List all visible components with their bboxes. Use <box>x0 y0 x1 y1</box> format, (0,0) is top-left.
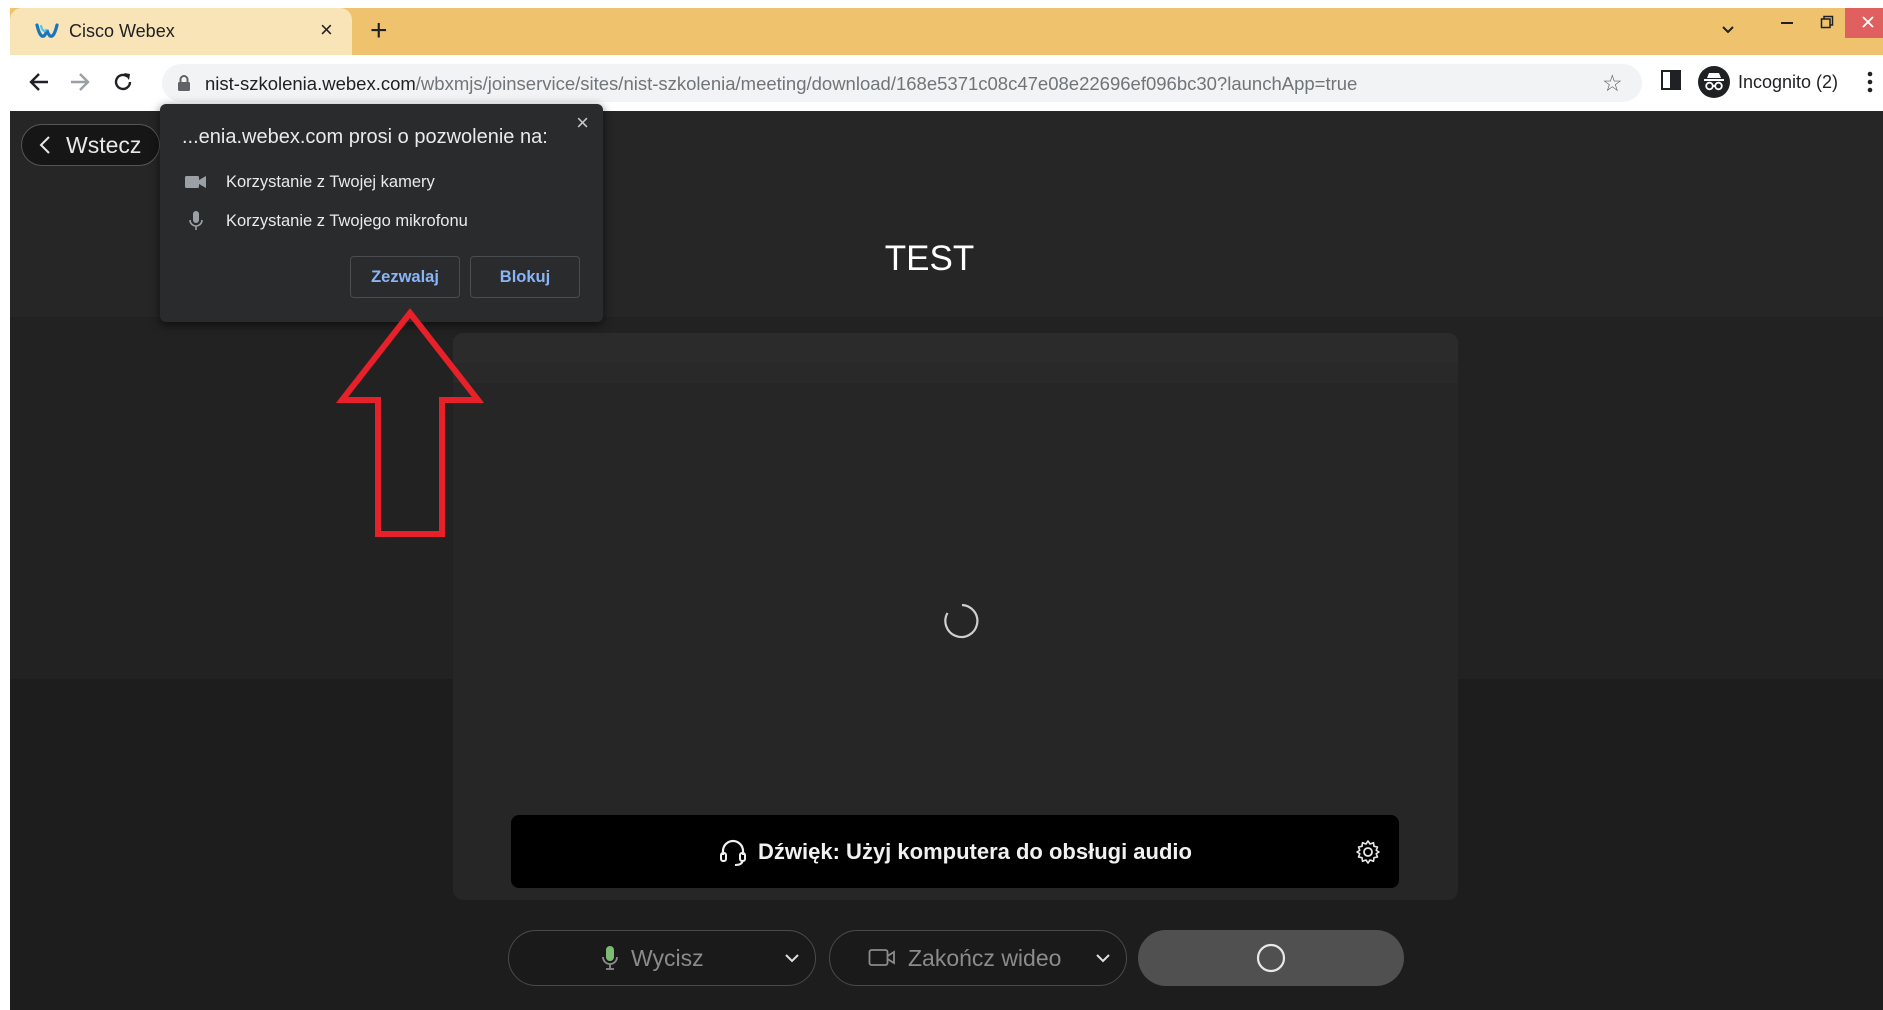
stop-video-button[interactable]: Zakończ wideo <box>868 945 1061 972</box>
back-button[interactable]: Wstecz <box>21 124 161 166</box>
close-icon[interactable]: × <box>576 110 589 136</box>
tab-cisco-webex[interactable]: Cisco Webex × <box>10 8 352 55</box>
close-window-button[interactable] <box>1845 8 1883 38</box>
url-text[interactable]: nist-szkolenia.webex.com/wbxmjs/joinserv… <box>205 73 1357 95</box>
video-preview: Dźwięk: Użyj komputera do obsługi audio <box>453 333 1458 900</box>
camera-icon <box>184 172 208 192</box>
new-tab-button[interactable]: + <box>370 16 388 46</box>
address-bar[interactable]: nist-szkolenia.webex.com/wbxmjs/joinserv… <box>162 64 1642 102</box>
video-camera-icon <box>868 949 895 966</box>
permission-mic-row: Korzystanie z Twojego mikrofonu <box>184 211 468 231</box>
tab-title: Cisco Webex <box>69 21 175 41</box>
allow-button[interactable]: Zezwalaj <box>350 256 460 298</box>
side-panel-icon[interactable] <box>1660 69 1682 91</box>
permission-prompt: × ...enia.webex.com prosi o pozwolenie n… <box>160 104 603 322</box>
tab-search-chevron-icon[interactable] <box>1710 16 1746 46</box>
microphone-icon <box>602 946 618 970</box>
mute-button[interactable]: Wycisz <box>601 945 704 972</box>
audio-option-label: Dźwięk: Użyj komputera do obsługi audio <box>758 838 1192 864</box>
mute-label: Wycisz <box>631 944 704 971</box>
tab-close-icon[interactable]: × <box>320 18 333 42</box>
permission-camera-row: Korzystanie z Twojej kamery <box>184 172 435 192</box>
stop-video-label: Zakończ wideo <box>908 944 1062 971</box>
incognito-label: Incognito (2) <box>1738 71 1839 92</box>
mic-permission-text: Korzystanie z Twojego mikrofonu <box>226 211 468 230</box>
permission-title: ...enia.webex.com prosi o pozwolenie na: <box>182 126 548 148</box>
forward-arrow-icon[interactable] <box>63 65 97 99</box>
chevron-down-icon[interactable] <box>1094 949 1112 967</box>
kebab-menu-icon[interactable] <box>1860 65 1880 99</box>
back-button-label: Wstecz <box>66 131 142 158</box>
incognito-icon <box>1698 66 1730 98</box>
bookmark-star-icon[interactable]: ☆ <box>1602 70 1623 97</box>
block-button[interactable]: Blokuj <box>470 256 580 298</box>
gear-icon[interactable] <box>1355 839 1381 865</box>
headset-icon <box>720 839 747 866</box>
browser-toolbar: nist-szkolenia.webex.com/wbxmjs/joinserv… <box>10 55 1883 111</box>
chevron-down-icon[interactable] <box>783 949 801 967</box>
join-meeting-button[interactable] <box>1138 930 1404 986</box>
annotation-arrow <box>335 308 485 537</box>
lock-icon[interactable] <box>176 74 192 92</box>
microphone-icon <box>184 211 208 231</box>
back-arrow-icon[interactable] <box>22 65 56 99</box>
camera-permission-text: Korzystanie z Twojej kamery <box>226 172 435 191</box>
webex-logo-icon <box>35 23 59 38</box>
loading-circle-icon <box>1256 943 1286 973</box>
reload-icon[interactable] <box>106 65 140 99</box>
loading-spinner-icon <box>944 603 979 639</box>
mute-control: Wycisz <box>508 930 816 986</box>
browser-window: Cisco Webex × + nist-szkolenia.webex.com… <box>10 8 1883 1010</box>
incognito-profile-button[interactable]: Incognito (2) <box>1698 63 1848 101</box>
audio-option-bar[interactable]: Dźwięk: Użyj komputera do obsługi audio <box>511 815 1399 888</box>
minimize-button[interactable] <box>1765 8 1809 38</box>
video-control: Zakończ wideo <box>829 930 1127 986</box>
tab-strip: Cisco Webex × + <box>10 8 1883 55</box>
restore-button[interactable] <box>1805 8 1849 38</box>
chevron-left-icon <box>39 136 50 154</box>
